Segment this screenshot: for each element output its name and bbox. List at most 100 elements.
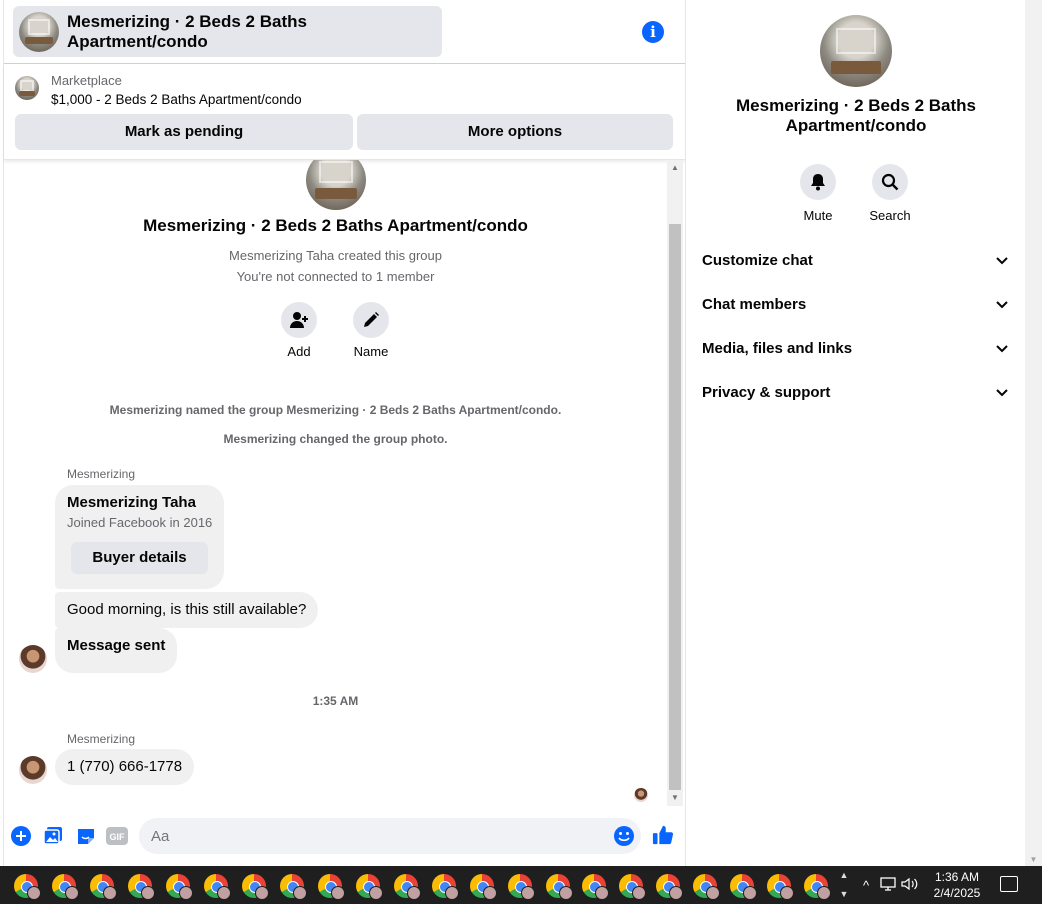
buyer-joined: Joined Facebook in 2016: [67, 515, 213, 530]
scroll-down-icon[interactable]: ▼: [667, 790, 683, 806]
chat-scrollbar[interactable]: ▲ ▼: [667, 160, 683, 806]
taskbar-scroll[interactable]: ▲ ▼: [837, 866, 851, 904]
mute-button[interactable]: Mute: [788, 164, 848, 223]
chrome-profile-icon[interactable]: [128, 874, 155, 900]
chrome-profile-icon[interactable]: [767, 874, 794, 900]
chrome-profile-icon[interactable]: [582, 874, 609, 900]
taskbar: ▲ ▼ ^ 1:36 AM 2/4/2025: [0, 866, 1042, 904]
connection-text: You're not connected to 1 member: [236, 269, 435, 284]
info-icon[interactable]: i: [642, 21, 664, 43]
clock-date: 2/4/2025: [933, 886, 981, 900]
message-input-wrapper: [139, 818, 641, 854]
group-avatar: [19, 11, 59, 52]
chrome-profile-icon[interactable]: [14, 874, 41, 900]
chrome-profile-icon[interactable]: [204, 874, 231, 900]
scrollbar-thumb[interactable]: [669, 224, 681, 790]
section-privacy-support[interactable]: Privacy & support: [702, 377, 1012, 409]
app-root: Mesmerizing · 2 Beds 2 Baths Apartment/c…: [0, 0, 1042, 904]
seen-receipt-avatar: [634, 788, 648, 802]
system-message: Mesmerizing changed the group photo.: [223, 432, 448, 446]
buyer-details-button[interactable]: Buyer details: [71, 542, 208, 574]
network-icon[interactable]: [877, 876, 899, 894]
message-input[interactable]: [151, 818, 591, 854]
chat-pane: Mesmerizing · 2 Beds 2 Baths Apartment/c…: [3, 0, 685, 866]
chrome-profile-icon[interactable]: [242, 874, 269, 900]
section-media-files-links[interactable]: Media, files and links: [702, 333, 1012, 365]
sender-name: Mesmerizing: [67, 732, 136, 746]
chrome-profile-icon[interactable]: [470, 874, 497, 900]
section-label: Chat members: [702, 296, 807, 313]
section-label: Customize chat: [702, 252, 813, 269]
chrome-profile-icon[interactable]: [280, 874, 307, 900]
sticker-icon[interactable]: [75, 825, 97, 847]
intro-group-name: Mesmerizing · 2 Beds 2 Baths Apartment/c…: [143, 216, 528, 235]
message-bubble[interactable]: Message sent: [55, 628, 178, 673]
chat-title: Mesmerizing · 2 Beds 2 Baths Apartment/c…: [67, 11, 307, 51]
chrome-profile-icon[interactable]: [90, 874, 117, 900]
mark-as-pending-button[interactable]: Mark as pending: [15, 114, 353, 150]
info-group-avatar[interactable]: [820, 15, 892, 87]
listing-title[interactable]: $1,000 - 2 Beds 2 Baths Apartment/condo: [51, 92, 302, 107]
group-photo: [306, 160, 366, 210]
sender-avatar[interactable]: [19, 756, 47, 784]
chevron-up-icon[interactable]: ^: [855, 878, 877, 893]
volume-icon[interactable]: [899, 877, 921, 894]
scroll-up-icon[interactable]: ▲: [667, 160, 683, 176]
chevron-down-icon: [992, 289, 1012, 321]
notification-icon[interactable]: [1000, 876, 1018, 892]
buyer-name: Mesmerizing Taha: [67, 494, 196, 511]
system-tray: ^: [855, 866, 921, 904]
section-chat-members[interactable]: Chat members: [702, 289, 1012, 321]
add-member-button[interactable]: Add: [269, 302, 329, 359]
chevron-down-icon[interactable]: ▼: [837, 885, 851, 904]
section-customize-chat[interactable]: Customize chat: [702, 245, 1012, 277]
emoji-icon[interactable]: [613, 825, 635, 847]
chevron-down-icon: [992, 245, 1012, 277]
chat-header: Mesmerizing · 2 Beds 2 Baths Apartment/c…: [4, 0, 685, 64]
group-created-text: Mesmerizing Taha created this group: [229, 248, 442, 263]
chrome-profile-icon[interactable]: [166, 874, 193, 900]
section-label: Privacy & support: [702, 384, 831, 401]
thumbs-up-icon[interactable]: [652, 824, 674, 846]
buyer-card: Mesmerizing Taha Joined Facebook in 2016…: [55, 485, 224, 589]
page-scrollbar[interactable]: ▼: [1025, 0, 1042, 866]
listing-thumbnail[interactable]: [15, 76, 39, 100]
more-options-button[interactable]: More options: [357, 114, 673, 150]
name-group-button[interactable]: Name: [341, 302, 401, 359]
search-button[interactable]: Search: [860, 164, 920, 223]
search-icon: [872, 164, 908, 200]
photo-icon[interactable]: [42, 825, 64, 847]
sender-avatar[interactable]: [19, 645, 47, 673]
scroll-down-icon[interactable]: ▼: [1025, 855, 1042, 864]
chevron-up-icon[interactable]: ▲: [837, 866, 851, 885]
chrome-profile-icon[interactable]: [619, 874, 646, 900]
info-group-title: Mesmerizing · 2 Beds 2 Baths Apartment/c…: [736, 96, 976, 135]
chrome-profile-icon[interactable]: [804, 874, 831, 900]
info-pane: Mesmerizing · 2 Beds 2 Baths Apartment/c…: [685, 0, 1025, 866]
mute-label: Mute: [803, 208, 833, 223]
chevron-down-icon: [992, 377, 1012, 409]
gif-icon[interactable]: GIF: [106, 825, 128, 847]
chrome-profile-icon[interactable]: [546, 874, 573, 900]
marketplace-listing: Marketplace $1,000 - 2 Beds 2 Baths Apar…: [4, 64, 685, 160]
composer: GIF: [4, 808, 685, 866]
chrome-profile-icon[interactable]: [508, 874, 535, 900]
chat-title-button[interactable]: Mesmerizing · 2 Beds 2 Baths Apartment/c…: [13, 6, 442, 57]
taskbar-clock[interactable]: 1:36 AM 2/4/2025: [925, 869, 989, 901]
sender-name: Mesmerizing: [67, 467, 136, 481]
chrome-profile-icon[interactable]: [730, 874, 757, 900]
search-label: Search: [869, 208, 911, 223]
chrome-profile-icon[interactable]: [318, 874, 345, 900]
message-bubble[interactable]: Good morning, is this still available?: [55, 592, 319, 628]
message-timestamp: 1:35 AM: [312, 694, 359, 708]
chrome-profile-icon[interactable]: [656, 874, 683, 900]
chrome-profile-icon[interactable]: [356, 874, 383, 900]
message-bubble[interactable]: 1 (770) 666-1778: [55, 749, 195, 785]
chrome-profile-icon[interactable]: [52, 874, 79, 900]
chrome-profile-icon[interactable]: [693, 874, 720, 900]
chrome-profile-icon[interactable]: [432, 874, 459, 900]
add-person-icon: [281, 302, 317, 338]
message-list[interactable]: Mesmerizing · 2 Beds 2 Baths Apartment/c…: [4, 160, 667, 808]
plus-icon[interactable]: [10, 825, 32, 847]
chrome-profile-icon[interactable]: [394, 874, 421, 900]
